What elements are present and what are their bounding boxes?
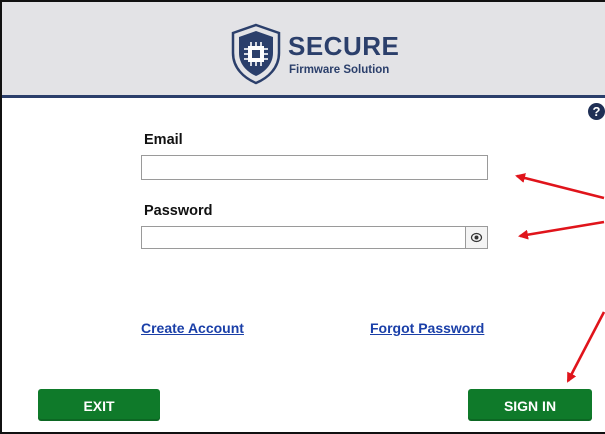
sign-in-button[interactable]: SIGN IN [468,389,592,421]
password-field[interactable] [141,226,466,249]
app-header: SECURE Firmware Solution [2,2,605,95]
brand-logo: SECURE Firmware Solution [230,23,410,85]
show-password-button[interactable] [465,226,488,249]
forgot-password-link[interactable]: Forgot Password [370,320,484,336]
logo-subtitle: Firmware Solution [289,64,390,76]
create-account-link[interactable]: Create Account [141,320,244,336]
question-circle-icon[interactable]: ? [588,103,605,120]
exit-button[interactable]: EXIT [38,389,160,421]
header-divider [2,95,605,98]
password-label: Password [144,203,213,219]
eye-icon [470,232,483,243]
email-label: Email [144,132,183,148]
logo-title: SECURE [288,31,400,61]
shield-chip-icon [231,23,281,85]
email-field[interactable] [141,155,488,180]
